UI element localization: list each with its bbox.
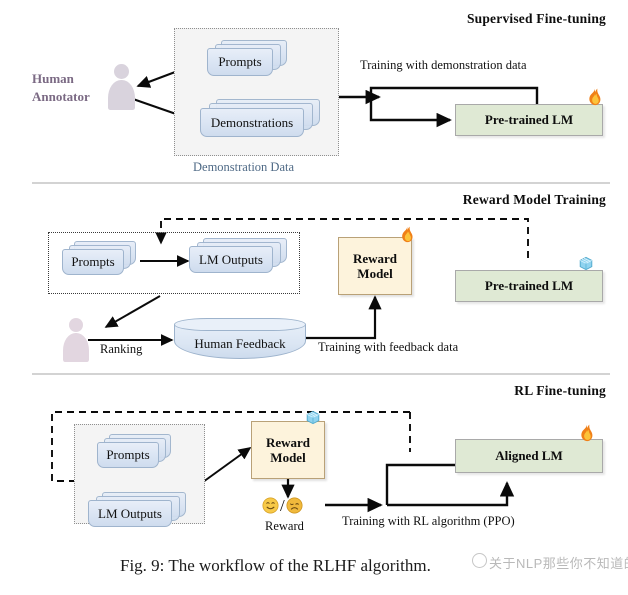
demonstration-data-caption: Demonstration Data xyxy=(193,160,295,174)
pre-trained-lm-box-panel1: Pre-trained LM xyxy=(455,104,603,136)
reward-model-label-line2-panel3: Model xyxy=(270,450,306,465)
flame-icon xyxy=(399,226,415,244)
lm-outputs-document-stack-panel2: LM Outputs xyxy=(189,238,295,280)
prompts-document-stack-panel2: Prompts xyxy=(62,241,142,281)
aligned-lm-label: Aligned LM xyxy=(495,448,563,463)
human-feedback-label: Human Feedback xyxy=(194,336,286,351)
figure-caption: Fig. 9: The workflow of the RLHF algorit… xyxy=(120,556,431,575)
pre-trained-lm-label-panel2: Pre-trained LM xyxy=(484,278,574,293)
human-annotator-icon xyxy=(106,64,136,110)
reward-label: Reward xyxy=(265,519,304,533)
watermark-text: 关于NLP那些你不知道的事 xyxy=(489,556,628,571)
ranking-label: Ranking xyxy=(100,342,143,356)
lm-outputs-document-stack-panel3: LM Outputs xyxy=(88,492,194,534)
panel-title-supervised-fine-tuning: Supervised Fine-tuning xyxy=(466,11,606,26)
reward-separator: / xyxy=(280,496,285,515)
prompts-document-stack-panel3: Prompts xyxy=(97,434,179,472)
watermark-logo-icon xyxy=(472,553,487,568)
flame-icon xyxy=(578,424,595,443)
reward-model-label-line1-panel2: Reward xyxy=(352,250,398,266)
lm-outputs-document-label-panel2: LM Outputs xyxy=(199,251,263,267)
human-feedback-cylinder: Human Feedback xyxy=(174,318,306,362)
reward-model-label-line1-panel3: Reward xyxy=(265,434,311,450)
aligned-lm-box: Aligned LM xyxy=(455,439,603,473)
lm-outputs-document-label-panel3: LM Outputs xyxy=(98,505,162,521)
snowflake-icon xyxy=(305,410,321,426)
demonstrations-document-stack: Demonstrations xyxy=(200,99,328,141)
panel-title-rl-fine-tuning: RL Fine-tuning xyxy=(514,383,606,398)
reward-signal-faces: / xyxy=(262,497,303,514)
training-with-demonstration-data-label: Training with demonstration data xyxy=(360,58,527,72)
prompts-document-label-panel2: Prompts xyxy=(71,254,115,269)
training-with-feedback-data-label: Training with feedback data xyxy=(318,340,459,354)
prompts-document-stack: Prompts xyxy=(207,40,291,80)
smiling-face-icon xyxy=(262,497,279,514)
human-annotator-label: Human Annotator xyxy=(32,70,90,105)
pre-trained-lm-box-panel2: Pre-trained LM xyxy=(455,270,603,302)
pre-trained-lm-label-panel1: Pre-trained LM xyxy=(484,112,574,127)
frowning-face-icon xyxy=(286,497,303,514)
prompts-document-label-panel3: Prompts xyxy=(106,447,150,462)
reward-model-box-panel2: Reward Model xyxy=(338,237,412,295)
demonstrations-document-label: Demonstrations xyxy=(210,114,294,130)
prompts-document-label: Prompts xyxy=(218,54,262,69)
reward-model-label-line2-panel2: Model xyxy=(357,266,393,281)
snowflake-icon xyxy=(578,256,594,272)
flame-icon xyxy=(586,88,603,107)
training-with-rl-algorithm-label: Training with RL algorithm (PPO) xyxy=(342,514,515,528)
human-annotator-label-line2: Annotator xyxy=(32,88,90,104)
figure-canvas: Supervised Fine-tuning Human Annotator P… xyxy=(0,0,628,595)
human-ranker-icon-panel2 xyxy=(62,318,90,362)
panel-title-reward-model-training: Reward Model Training xyxy=(462,192,606,207)
reward-model-box-panel3: Reward Model xyxy=(251,421,325,479)
human-annotator-label-line1: Human xyxy=(32,71,74,86)
